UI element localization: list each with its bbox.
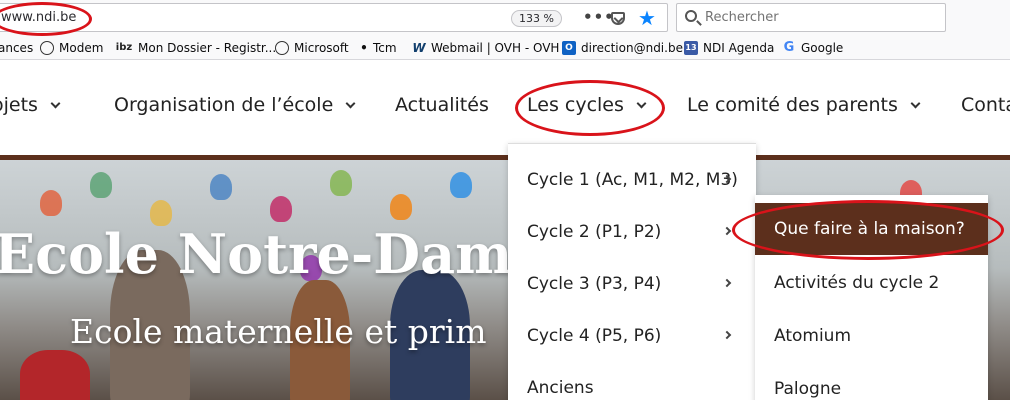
bookmark-item[interactable]: O direction@ndi.be [562, 39, 683, 57]
bookmark-label: NDI Agenda [703, 41, 775, 55]
menu-item-label: Que faire à la maison? [774, 219, 965, 239]
nav-item-label: Le comité des parents [687, 94, 898, 116]
menu-item-label: Activités du cycle 2 [774, 273, 940, 293]
menu-item-label: Atomium [774, 326, 852, 346]
nav-item-label: ojets [0, 94, 38, 116]
nav-item-label: Conta [961, 94, 1010, 116]
globe-icon [40, 41, 54, 55]
bookmark-label: Google [801, 41, 844, 55]
chevron-down-icon [636, 98, 647, 108]
menu-item-label: Cycle 2 (P1, P2) [527, 222, 662, 242]
nav-item-contact[interactable]: Conta [961, 94, 1010, 116]
page-actions-icon[interactable]: ••• [583, 8, 615, 26]
bookmark-item[interactable]: • Tcm [360, 39, 397, 57]
hand-print-decoration [210, 174, 232, 200]
google-icon: G [783, 40, 795, 55]
nav-item-actualites[interactable]: Actualités [395, 94, 489, 116]
hand-print-decoration [270, 196, 292, 222]
menu-item-cycle-4[interactable]: Cycle 4 (P5, P6) [508, 310, 756, 362]
search-input[interactable]: Rechercher [705, 10, 779, 25]
menu-item-label: Cycle 3 (P3, P4) [527, 274, 662, 294]
hand-print-decoration [390, 194, 412, 220]
bookmark-label: Mon Dossier - Registr... [138, 41, 277, 55]
nav-item-label: Organisation de l’école [114, 94, 334, 116]
search-bar[interactable]: Rechercher [676, 3, 946, 32]
submenu-item-atomium[interactable]: Atomium [755, 310, 988, 362]
tcm-icon: • [360, 41, 368, 55]
nav-item-comite-des-parents[interactable]: Le comité des parents [687, 94, 921, 116]
hero-subtitle: Ecole maternelle et prim [70, 312, 487, 351]
ovh-icon: W [412, 41, 426, 55]
bookmark-label: direction@ndi.be [581, 41, 683, 55]
menu-item-cycle-1[interactable]: Cycle 1 (Ac, M1, M2, M3) [508, 154, 756, 206]
nav-item-les-cycles[interactable]: Les cycles [527, 94, 647, 116]
nav-item-projets[interactable]: ojets [0, 94, 61, 116]
outlook-icon: O [562, 41, 576, 55]
hand-print-decoration [40, 190, 62, 216]
bookmark-label: ances [0, 41, 34, 55]
hand-print-decoration [450, 172, 472, 198]
bookmarks-toolbar: ances Modem ibz Mon Dossier - Registr...… [0, 36, 1010, 60]
chevron-down-icon [910, 98, 921, 108]
menu-item-label: Cycle 1 (Ac, M1, M2, M3) [527, 170, 738, 190]
cycles-dropdown-menu: Cycle 1 (Ac, M1, M2, M3) Cycle 2 (P1, P2… [508, 143, 756, 400]
submenu-item-palogne[interactable]: Palogne [755, 363, 988, 400]
chevron-right-icon [722, 226, 732, 236]
bookmark-item[interactable]: G Google [782, 39, 844, 57]
nav-item-label: Actualités [395, 94, 489, 116]
submenu-item-que-faire-a-la-maison[interactable]: Que faire à la maison? [755, 203, 988, 255]
bookmark-item[interactable]: 13 NDI Agenda [684, 39, 774, 57]
hand-print-decoration [90, 172, 112, 198]
hero-title: Ecole Notre-Dam [0, 222, 513, 286]
menu-item-label: Anciens [527, 378, 594, 398]
nav-item-organisation[interactable]: Organisation de l’école [114, 94, 356, 116]
browser-toolbar: www.ndi.be 133 % ••• ★ Rechercher [0, 0, 1010, 36]
chevron-down-icon [345, 98, 356, 108]
calendar-icon: 13 [684, 41, 698, 55]
url-bar[interactable]: www.ndi.be 133 % ••• ★ [0, 3, 668, 32]
bookmark-item[interactable]: ibz Mon Dossier - Registr... [115, 39, 276, 57]
bookmark-label: Tcm [373, 41, 397, 55]
hand-print-decoration [330, 170, 352, 196]
menu-item-label: Cycle 4 (P5, P6) [527, 326, 662, 346]
bookmark-star-icon[interactable]: ★ [638, 6, 656, 30]
chevron-down-icon [50, 98, 61, 108]
bookmark-item[interactable]: ances [0, 39, 33, 57]
chevron-right-icon [722, 278, 732, 288]
bookmark-item[interactable]: Microsoft [275, 39, 349, 57]
menu-item-cycle-2[interactable]: Cycle 2 (P1, P2) [508, 206, 756, 258]
ibz-icon: ibz [115, 42, 133, 53]
search-icon [685, 10, 697, 22]
bookmark-label: Modem [59, 41, 104, 55]
bookmark-item[interactable]: Modem [40, 39, 103, 57]
site-navigation: ojets Organisation de l’école Actualités… [0, 60, 1010, 155]
hero-photo-figure [20, 350, 90, 400]
menu-item-label: Palogne [774, 379, 842, 399]
cycle2-submenu: Que faire à la maison? Activités du cycl… [755, 195, 988, 400]
url-text[interactable]: www.ndi.be [1, 10, 76, 25]
menu-item-cycle-3[interactable]: Cycle 3 (P3, P4) [508, 258, 756, 310]
chevron-right-icon [722, 330, 732, 340]
menu-item-anciens[interactable]: Anciens [508, 362, 756, 400]
submenu-item-activites-du-cycle-2[interactable]: Activités du cycle 2 [755, 257, 988, 309]
bookmark-label: Microsoft [294, 41, 349, 55]
zoom-level-badge[interactable]: 133 % [511, 10, 562, 27]
pocket-icon[interactable] [611, 12, 625, 25]
bookmark-label: Webmail | OVH - OVH [431, 41, 560, 55]
bookmark-item[interactable]: W Webmail | OVH - OVH [412, 39, 559, 57]
nav-item-label: Les cycles [527, 94, 624, 116]
globe-icon [275, 41, 289, 55]
